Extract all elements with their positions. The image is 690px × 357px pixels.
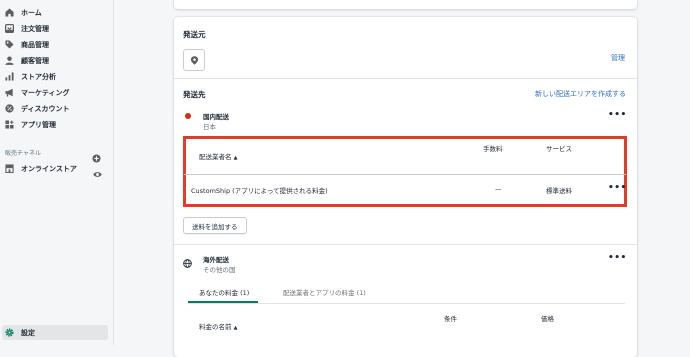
tab-your-rates[interactable]: あなたの料金 (1) <box>199 287 249 297</box>
analytics-icon <box>5 72 14 81</box>
sidebar-item-label: 顧客管理 <box>21 56 49 65</box>
sidebar-item-label: ストア分析 <box>21 72 56 81</box>
orders-icon <box>5 24 14 33</box>
domestic-zone-country: 日本 <box>203 123 216 131</box>
column-header-rate-name[interactable]: 料金の名前 ▲ <box>199 321 237 331</box>
tabs-divider <box>188 303 625 304</box>
sidebar-item-customers[interactable]: 顧客管理 <box>0 53 113 68</box>
sidebar-item-label: 設定 <box>21 328 35 337</box>
shipping-zones-card: 発送元 管理 発送先 新しい配送エリアを作成する 国内配送 日本 ••• 手数料… <box>174 17 637 357</box>
tab-carrier-app-rates[interactable]: 配送業者とアプリの料金 (1) <box>283 287 366 297</box>
column-header-fee: 手数料 <box>483 145 503 153</box>
sales-channels-label: 販売チャネル <box>5 150 41 157</box>
sort-ascending-icon: ▲ <box>233 325 238 331</box>
sidebar-item-marketing[interactable]: マーケティング <box>0 85 113 100</box>
carrier-service: 標準送料 <box>546 187 572 195</box>
megaphone-icon <box>5 88 14 97</box>
location-pin-box <box>183 49 205 71</box>
intl-zone-region: その他の国 <box>203 266 236 274</box>
origin-title: 発送元 <box>183 30 206 39</box>
carrier-row-more-icon[interactable]: ••• <box>608 183 627 193</box>
previous-card <box>174 0 637 9</box>
tag-icon <box>5 40 14 49</box>
carrier-fee: — <box>495 185 502 193</box>
divider <box>174 78 637 79</box>
home-icon <box>5 8 14 17</box>
person-icon <box>5 56 14 65</box>
sidebar-item-analytics[interactable]: ストア分析 <box>0 69 113 84</box>
sidebar-item-home[interactable]: ホーム <box>0 5 113 20</box>
location-pin-icon <box>190 55 198 65</box>
column-header-price: 価格 <box>541 315 554 323</box>
column-header-carrier-label: 配送業者名 <box>199 153 232 161</box>
manage-origin-link[interactable]: 管理 <box>611 53 625 63</box>
sidebar-item-label: マーケティング <box>21 88 70 97</box>
table-header-divider <box>184 174 626 175</box>
domestic-zone-more-icon[interactable]: ••• <box>608 110 627 120</box>
eye-icon[interactable] <box>93 164 102 177</box>
discount-icon <box>5 104 14 113</box>
sidebar-item-label: 商品管理 <box>21 40 49 49</box>
add-rate-button[interactable]: 送料を追加する <box>183 217 247 234</box>
sidebar-item-apps[interactable]: アプリ管理 <box>0 117 113 132</box>
domestic-zone-name: 国内配送 <box>203 113 229 121</box>
sidebar-item-orders[interactable]: 注文管理 <box>0 21 113 36</box>
intl-zone-more-icon[interactable]: ••• <box>608 253 627 263</box>
create-zone-link[interactable]: 新しい配送エリアを作成する <box>535 89 626 99</box>
divider <box>174 244 637 245</box>
add-channel-icon[interactable] <box>92 148 101 163</box>
column-header-carrier[interactable]: 配送業者名 ▲ <box>199 151 237 161</box>
sidebar-item-settings[interactable]: 設定 <box>2 325 108 340</box>
column-header-condition: 条件 <box>444 315 457 323</box>
carrier-name: CustomShip (アプリによって提供される料金) <box>191 187 328 195</box>
status-dot <box>185 113 191 119</box>
sidebar: ホーム 注文管理 商品管理 顧客管理 ストア分析 マーケティング ディスカウント… <box>0 0 114 345</box>
sidebar-item-label: 注文管理 <box>21 24 49 33</box>
globe-icon <box>183 253 192 272</box>
sidebar-item-products[interactable]: 商品管理 <box>0 37 113 52</box>
sort-ascending-icon: ▲ <box>233 155 238 161</box>
column-header-rate-name-label: 料金の名前 <box>199 323 232 331</box>
destination-title: 発送先 <box>183 90 206 99</box>
sidebar-item-label: オンラインストア <box>21 164 77 173</box>
sidebar-item-discounts[interactable]: ディスカウント <box>0 101 113 116</box>
sidebar-item-label: ディスカウント <box>21 104 70 113</box>
sidebar-item-label: アプリ管理 <box>21 120 56 129</box>
intl-zone-name: 海外配送 <box>203 256 229 264</box>
apps-icon <box>5 120 14 129</box>
sidebar-item-label: ホーム <box>21 8 42 17</box>
column-header-service: サービス <box>546 145 572 153</box>
gear-icon <box>5 328 14 337</box>
store-icon <box>5 164 14 173</box>
